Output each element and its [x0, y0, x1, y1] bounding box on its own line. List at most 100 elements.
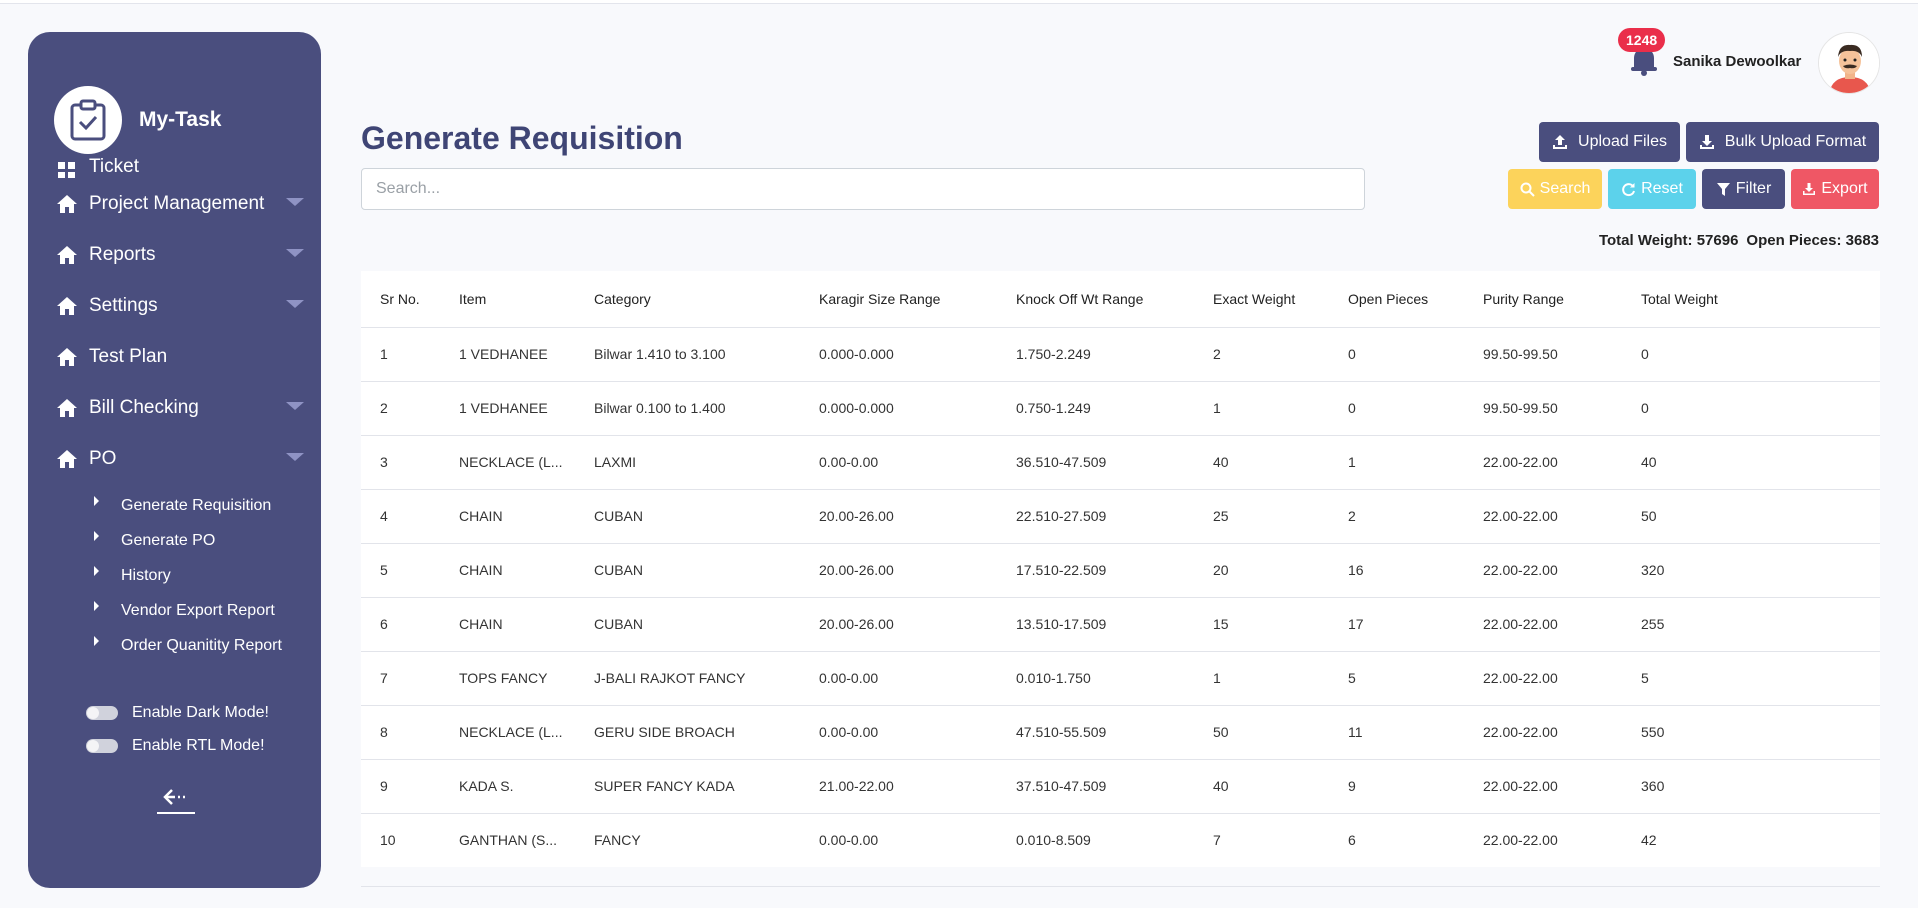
cell-open-pieces: 2 [1348, 508, 1356, 524]
upload-files-button[interactable]: Upload Files [1539, 122, 1680, 162]
sidebar: My-Task Ticket Project Management Report… [28, 32, 321, 888]
cell-open-pieces: 17 [1348, 616, 1364, 632]
cell-total-weight: 42 [1641, 832, 1657, 849]
cell-item: KADA S. [459, 778, 514, 794]
column-header-item[interactable]: Item [440, 271, 575, 328]
table-row[interactable]: 9 KADA S. SUPER FANCY KADA 21.00-22.00 37.51… [361, 759, 1880, 813]
table-body: 1 1 VEDHANEE Bilwar 1.410 to 3.100 0.000-0.… [361, 327, 1880, 867]
avatar[interactable] [1818, 32, 1880, 94]
sidebar-item-label: Ticket [89, 156, 139, 177]
cell-open-pieces: 0 [1348, 346, 1356, 362]
page-title: Generate Requisition [361, 120, 683, 156]
submenu-item-label: Order Quanitity Report [121, 636, 282, 654]
submenu-item-label: Generate PO [121, 531, 216, 549]
sidebar-item-po[interactable]: PO [56, 433, 306, 484]
cell-item: CHAIN [459, 508, 503, 524]
cell-sr-no: 4 [380, 508, 388, 524]
submenu-item-history[interactable]: History [94, 558, 306, 593]
table-row[interactable]: 10 GANTHAN (S... FANCY 0.00-0.00 0.010-8.509… [361, 813, 1880, 867]
sidebar-item-label: Reports [89, 243, 156, 265]
sidebar-item-ticket[interactable]: Ticket [56, 148, 306, 178]
sidebar-item-reports[interactable]: Reports [56, 229, 306, 280]
user-avatar-icon [1819, 33, 1879, 93]
cell-exact-weight: 40 [1213, 454, 1229, 470]
collapse-sidebar-button[interactable] [156, 788, 196, 818]
caret-down-icon [286, 249, 304, 257]
table-row[interactable]: 4 CHAIN CUBAN 20.00-26.00 22.510-27.509 25 2 22… [361, 489, 1880, 543]
submenu-item-order-quantity-report[interactable]: Order Quanitity Report [94, 628, 306, 663]
submenu-item-generate-requisition[interactable]: Generate Requisition [94, 488, 306, 523]
sidebar-item-test-plan[interactable]: Test Plan [56, 331, 306, 382]
cell-sr-no: 5 [380, 562, 388, 578]
bulk-upload-format-button[interactable]: Bulk Upload Format [1686, 122, 1879, 162]
cell-category: GERU SIDE BROACH [594, 724, 735, 740]
sidebar-item-bill-checking[interactable]: Bill Checking [56, 382, 306, 433]
column-header-total-weight[interactable]: Total Weight [1622, 271, 1880, 328]
search-button[interactable]: Search [1508, 169, 1602, 209]
cell-item: NECKLACE (L... [459, 454, 563, 470]
caret-down-icon [286, 402, 304, 410]
cell-purity-range: 22.00-22.00 [1483, 670, 1558, 686]
cell-exact-weight: 20 [1213, 562, 1229, 578]
table-row[interactable]: 7 TOPS FANCY J-BALI RAJKOT FANCY 0.00-0.00 0… [361, 651, 1880, 705]
rtl-mode-toggle-row: Enable RTL Mode! [86, 729, 269, 762]
rtl-mode-switch[interactable] [86, 738, 118, 753]
cell-category: J-BALI RAJKOT FANCY [594, 670, 746, 686]
cell-sr-no: 7 [380, 670, 388, 686]
table-footer-divider [361, 886, 1880, 887]
table-row[interactable]: 5 CHAIN CUBAN 20.00-26.00 17.510-22.509 20 16 2… [361, 543, 1880, 597]
submenu-item-vendor-export-report[interactable]: Vendor Export Report [94, 593, 306, 628]
column-header-open-pieces[interactable]: Open Pieces [1329, 271, 1464, 328]
submenu-item-generate-po[interactable]: Generate PO [94, 523, 306, 558]
column-header-category[interactable]: Category [575, 271, 800, 328]
dark-mode-switch[interactable] [86, 705, 118, 720]
cell-open-pieces: 16 [1348, 562, 1364, 578]
search-icon [1520, 182, 1535, 197]
open-pieces: Open Pieces: 3683 [1746, 232, 1879, 249]
cell-open-pieces: 6 [1348, 832, 1356, 849]
table-row[interactable]: 2 1 VEDHANEE Bilwar 0.100 to 1.400 0.000-0.… [361, 381, 1880, 435]
cell-knock-off-wt-range: 17.510-22.509 [1016, 562, 1107, 578]
column-header-exact-weight[interactable]: Exact Weight [1194, 271, 1329, 328]
sidebar-item-project-management[interactable]: Project Management [56, 178, 306, 229]
table-row[interactable]: 3 NECKLACE (L... LAXMI 0.00-0.00 36.510-47.5… [361, 435, 1880, 489]
table-row[interactable]: 1 1 VEDHANEE Bilwar 1.410 to 3.100 0.000-0.… [361, 327, 1880, 381]
cell-total-weight: 5 [1641, 670, 1649, 686]
cell-karagir-size-range: 20.00-26.00 [819, 562, 894, 578]
sidebar-item-settings[interactable]: Settings [56, 280, 306, 331]
column-header-karagir-size-range[interactable]: Karagir Size Range [800, 271, 997, 328]
column-header-sr-no[interactable]: Sr No. [361, 271, 440, 328]
filter-button[interactable]: Filter [1702, 169, 1785, 209]
export-button[interactable]: Export [1791, 169, 1879, 209]
cell-knock-off-wt-range: 37.510-47.509 [1016, 778, 1107, 794]
cell-open-pieces: 9 [1348, 778, 1356, 794]
user-name[interactable]: Sanika Dewoolkar [1673, 53, 1801, 70]
cell-total-weight: 360 [1641, 778, 1665, 794]
caret-right-icon [94, 565, 99, 576]
cell-open-pieces: 1 [1348, 454, 1356, 470]
home-icon [57, 449, 77, 468]
table-header-row: Sr No. Item Category Karagir Size Range … [361, 271, 1880, 328]
column-header-knock-off-wt-range[interactable]: Knock Off Wt Range [997, 271, 1194, 328]
caret-right-icon [94, 495, 99, 506]
table-row[interactable]: 6 CHAIN CUBAN 20.00-26.00 13.510-17.509 15 17 2… [361, 597, 1880, 651]
cell-sr-no: 9 [380, 778, 388, 794]
reset-button[interactable]: Reset [1608, 169, 1696, 209]
cell-total-weight: 550 [1641, 724, 1665, 740]
po-submenu: Generate Requisition Generate PO History… [94, 488, 306, 663]
caret-right-icon [94, 600, 99, 611]
cell-karagir-size-range: 0.00-0.00 [819, 724, 879, 740]
totals-summary: Total Weight: 57696 Open Pieces: 3683 [1599, 232, 1879, 249]
caret-down-icon [286, 198, 304, 206]
home-icon [57, 194, 77, 213]
cell-total-weight: 0 [1641, 400, 1649, 416]
requisition-table: Sr No. Item Category Karagir Size Range … [361, 271, 1880, 867]
search-input[interactable] [361, 168, 1365, 210]
table-row[interactable]: 8 NECKLACE (L... GERU SIDE BROACH 0.00-0.00… [361, 705, 1880, 759]
cell-category: FANCY [594, 832, 641, 849]
brand[interactable]: My-Task [54, 86, 221, 154]
cell-karagir-size-range: 0.00-0.00 [819, 454, 879, 470]
cell-purity-range: 99.50-99.50 [1483, 400, 1558, 416]
column-header-purity-range[interactable]: Purity Range [1464, 271, 1622, 328]
cell-category: SUPER FANCY KADA [594, 778, 735, 794]
